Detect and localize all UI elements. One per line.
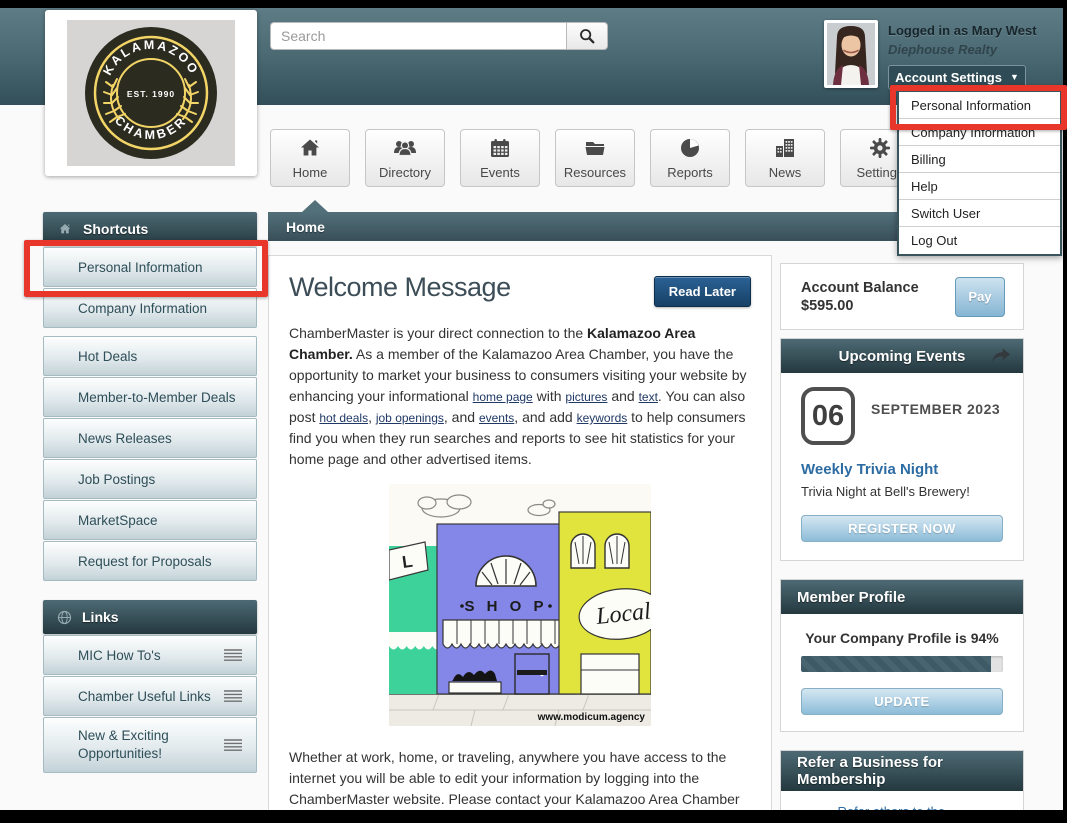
gear-icon bbox=[870, 138, 890, 158]
event-title-link[interactable]: Weekly Trivia Night bbox=[801, 461, 1003, 478]
nav-reports-button[interactable]: Reports bbox=[650, 129, 730, 187]
sidebar-item-personal-information[interactable]: Personal Information bbox=[43, 247, 257, 287]
menu-item-help[interactable]: Help bbox=[899, 173, 1060, 200]
account-balance-title: Account Balance bbox=[801, 279, 919, 296]
event-description: Trivia Night at Bell's Brewery! bbox=[801, 484, 970, 499]
sidebar-item-company-information[interactable]: Company Information bbox=[43, 288, 257, 328]
folder-icon bbox=[585, 142, 605, 155]
account-settings-button[interactable]: Account Settings ▼ bbox=[888, 65, 1026, 90]
logged-in-text: Logged in as Mary West bbox=[888, 23, 1037, 38]
list-lines-icon bbox=[224, 690, 242, 702]
app-window: KALAMAZOO CHAMBER EST. 1990 Search Logge… bbox=[0, 0, 1067, 823]
directory-icon bbox=[394, 141, 416, 157]
read-later-button[interactable]: Read Later bbox=[653, 276, 751, 307]
sidebar-item-member-to-member-deals[interactable]: Member-to-Member Deals bbox=[43, 377, 257, 417]
inline-link[interactable]: job openings bbox=[376, 411, 444, 425]
pie-chart-icon bbox=[681, 139, 699, 157]
screenshot-top-border bbox=[0, 0, 1067, 8]
kalamazoo-chamber-logo-icon: KALAMAZOO CHAMBER EST. 1990 bbox=[85, 27, 217, 159]
inline-link[interactable]: events bbox=[479, 411, 514, 425]
page-title: Welcome Message bbox=[289, 272, 511, 302]
welcome-panel: Welcome Message Read Later ChamberMaster… bbox=[268, 255, 772, 812]
breadcrumb: Home bbox=[286, 218, 325, 235]
right-column: Account Balance $595.00 Pay Upcoming Eve… bbox=[780, 263, 1024, 823]
register-now-button[interactable]: REGISTER NOW bbox=[801, 515, 1003, 542]
list-lines-icon bbox=[224, 649, 242, 661]
search-button[interactable] bbox=[566, 22, 608, 50]
nav-news-button[interactable]: News bbox=[745, 129, 825, 187]
avatar bbox=[824, 20, 878, 88]
upcoming-events-panel: Upcoming Events 06 SEPTEMBER 2023 Weekly… bbox=[780, 338, 1024, 561]
menu-item-log-out[interactable]: Log Out bbox=[899, 227, 1060, 254]
member-profile-panel: Member Profile Your Company Profile is 9… bbox=[780, 579, 1024, 732]
profile-progress-bar bbox=[801, 656, 1003, 672]
sidebar-item-mic-how-tos[interactable]: MIC How To's bbox=[43, 635, 257, 675]
storefront-illustration: L S H O P Local www.modicum.agency bbox=[388, 484, 664, 731]
search-icon bbox=[580, 29, 595, 44]
account-balance-amount: $595.00 bbox=[801, 297, 854, 314]
sidebar: Shortcuts Personal Information Company I… bbox=[43, 212, 257, 773]
search-input[interactable] bbox=[270, 22, 566, 50]
screenshot-bottom-border bbox=[0, 810, 1067, 823]
nav-resources-button[interactable]: Resources bbox=[555, 129, 635, 187]
main-navigation: Home Directory Events Resources Reports … bbox=[270, 129, 920, 187]
sidebar-item-hot-deals[interactable]: Hot Deals bbox=[43, 336, 257, 376]
active-tab-pointer bbox=[302, 200, 328, 212]
menu-item-switch-user[interactable]: Switch User bbox=[899, 200, 1060, 227]
nav-events-button[interactable]: Events bbox=[460, 129, 540, 187]
account-balance-panel: Account Balance $595.00 Pay bbox=[780, 263, 1024, 330]
sidebar-item-job-postings[interactable]: Job Postings bbox=[43, 459, 257, 499]
inline-link[interactable]: pictures bbox=[565, 390, 607, 404]
profile-progress-text: Your Company Profile is 94% bbox=[805, 630, 999, 646]
event-date-month: SEPTEMBER 2023 bbox=[871, 401, 1001, 417]
search-bar bbox=[270, 22, 608, 50]
welcome-paragraph-2: Whether at work, home, or traveling, any… bbox=[289, 749, 740, 807]
chamber-logo-card: KALAMAZOO CHAMBER EST. 1990 bbox=[45, 10, 257, 176]
list-lines-icon bbox=[224, 739, 242, 751]
profile-progress-fill bbox=[801, 656, 991, 672]
menu-item-personal-information[interactable]: Personal Information bbox=[899, 92, 1060, 119]
menu-item-billing[interactable]: Billing bbox=[899, 146, 1060, 173]
sidebar-item-marketspace[interactable]: MarketSpace bbox=[43, 500, 257, 540]
upcoming-events-header: Upcoming Events bbox=[781, 339, 1023, 373]
sidebar-item-news-releases[interactable]: News Releases bbox=[43, 418, 257, 458]
illustration-credit: www.modicum.agency bbox=[537, 712, 646, 723]
chevron-down-icon: ▼ bbox=[1009, 72, 1019, 82]
calendar-icon bbox=[491, 139, 509, 157]
menu-item-company-information[interactable]: Company Information bbox=[899, 119, 1060, 146]
inline-link[interactable]: keywords bbox=[577, 411, 628, 425]
sidebar-item-request-for-proposals[interactable]: Request for Proposals bbox=[43, 541, 257, 581]
buildings-icon bbox=[776, 139, 794, 157]
globe-icon bbox=[57, 610, 72, 624]
account-settings-menu: Personal Information Company Information… bbox=[897, 90, 1062, 256]
inline-link[interactable]: home page bbox=[473, 390, 533, 404]
event-date-badge: 06 bbox=[801, 387, 855, 445]
inline-link[interactable]: text bbox=[639, 390, 658, 404]
sidebar-item-chamber-useful-links[interactable]: Chamber Useful Links bbox=[43, 676, 257, 716]
welcome-paragraph: ChamberMaster is your direct connection … bbox=[289, 325, 747, 467]
sidebar-item-new-exciting-opportunities[interactable]: New & Exciting Opportunities! bbox=[43, 717, 257, 773]
user-info: Logged in as Mary West Diephouse Realty … bbox=[824, 20, 1038, 90]
shop-sign-text: S H O P bbox=[464, 598, 547, 615]
inline-link[interactable]: hot deals bbox=[319, 411, 368, 425]
home-icon bbox=[301, 139, 319, 156]
member-profile-header: Member Profile bbox=[781, 580, 1023, 614]
shortcuts-header: Shortcuts bbox=[43, 212, 257, 246]
share-arrow-icon[interactable] bbox=[991, 347, 1011, 365]
svg-text:EST. 1990: EST. 1990 bbox=[127, 89, 175, 99]
company-name: Diephouse Realty bbox=[888, 42, 998, 57]
user-photo bbox=[827, 23, 875, 85]
links-header: Links bbox=[43, 600, 257, 634]
home-icon bbox=[59, 224, 71, 234]
update-button[interactable]: UPDATE bbox=[801, 688, 1003, 715]
nav-directory-button[interactable]: Directory bbox=[365, 129, 445, 187]
nav-home-button[interactable]: Home bbox=[270, 129, 350, 187]
screenshot-right-border bbox=[1063, 0, 1067, 823]
refer-header: Refer a Business for Membership bbox=[781, 751, 1023, 791]
pay-button[interactable]: Pay bbox=[955, 276, 1005, 317]
